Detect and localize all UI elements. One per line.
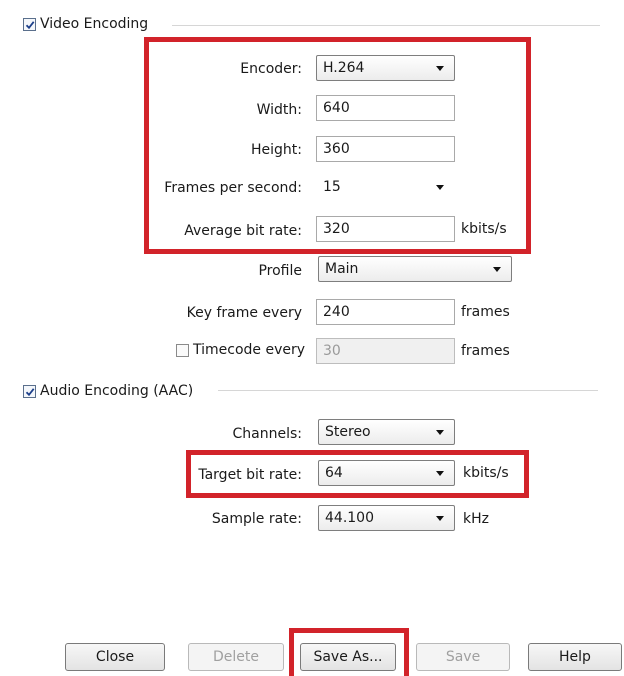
- save-as-highlight: [289, 628, 409, 676]
- timecode-label: Timecode every: [193, 342, 306, 358]
- channels-select[interactable]: Stereo: [318, 419, 455, 445]
- close-button[interactable]: Close: [65, 643, 165, 671]
- audio-section-divider: [218, 390, 598, 391]
- save-button[interactable]: Save: [416, 643, 510, 671]
- target-bitrate-highlight: [186, 450, 529, 498]
- delete-button[interactable]: Delete: [188, 643, 284, 671]
- timecode-unit: frames: [461, 343, 510, 359]
- chevron-down-icon: [436, 430, 444, 435]
- profile-value: Main: [325, 261, 359, 277]
- sample-rate-value: 44.100: [325, 510, 374, 526]
- keyframe-field[interactable]: 240: [316, 299, 455, 325]
- profile-select[interactable]: Main: [318, 256, 512, 282]
- check-icon: [25, 388, 35, 397]
- profile-label: Profile: [258, 263, 302, 279]
- help-button[interactable]: Help: [528, 643, 622, 671]
- chevron-down-icon: [493, 267, 501, 272]
- channels-label: Channels:: [232, 426, 303, 442]
- timecode-field[interactable]: 30: [316, 338, 455, 364]
- audio-encoding-label: Audio Encoding (AAC): [40, 383, 194, 399]
- sample-rate-unit: kHz: [463, 511, 489, 527]
- audio-encoding-checkbox[interactable]: [23, 385, 36, 398]
- sample-rate-select[interactable]: 44.100: [318, 505, 455, 531]
- timecode-checkbox[interactable]: [176, 344, 189, 357]
- keyframe-unit: frames: [461, 304, 510, 320]
- video-encoding-label: Video Encoding: [40, 16, 149, 32]
- chevron-down-icon: [436, 516, 444, 521]
- video-settings-highlight: [144, 37, 531, 254]
- video-section-divider: [172, 25, 600, 26]
- video-encoding-checkbox[interactable]: [23, 18, 36, 31]
- sample-rate-label: Sample rate:: [211, 511, 302, 527]
- check-icon: [25, 21, 35, 30]
- channels-value: Stereo: [325, 424, 371, 440]
- keyframe-label: Key frame every: [186, 305, 302, 321]
